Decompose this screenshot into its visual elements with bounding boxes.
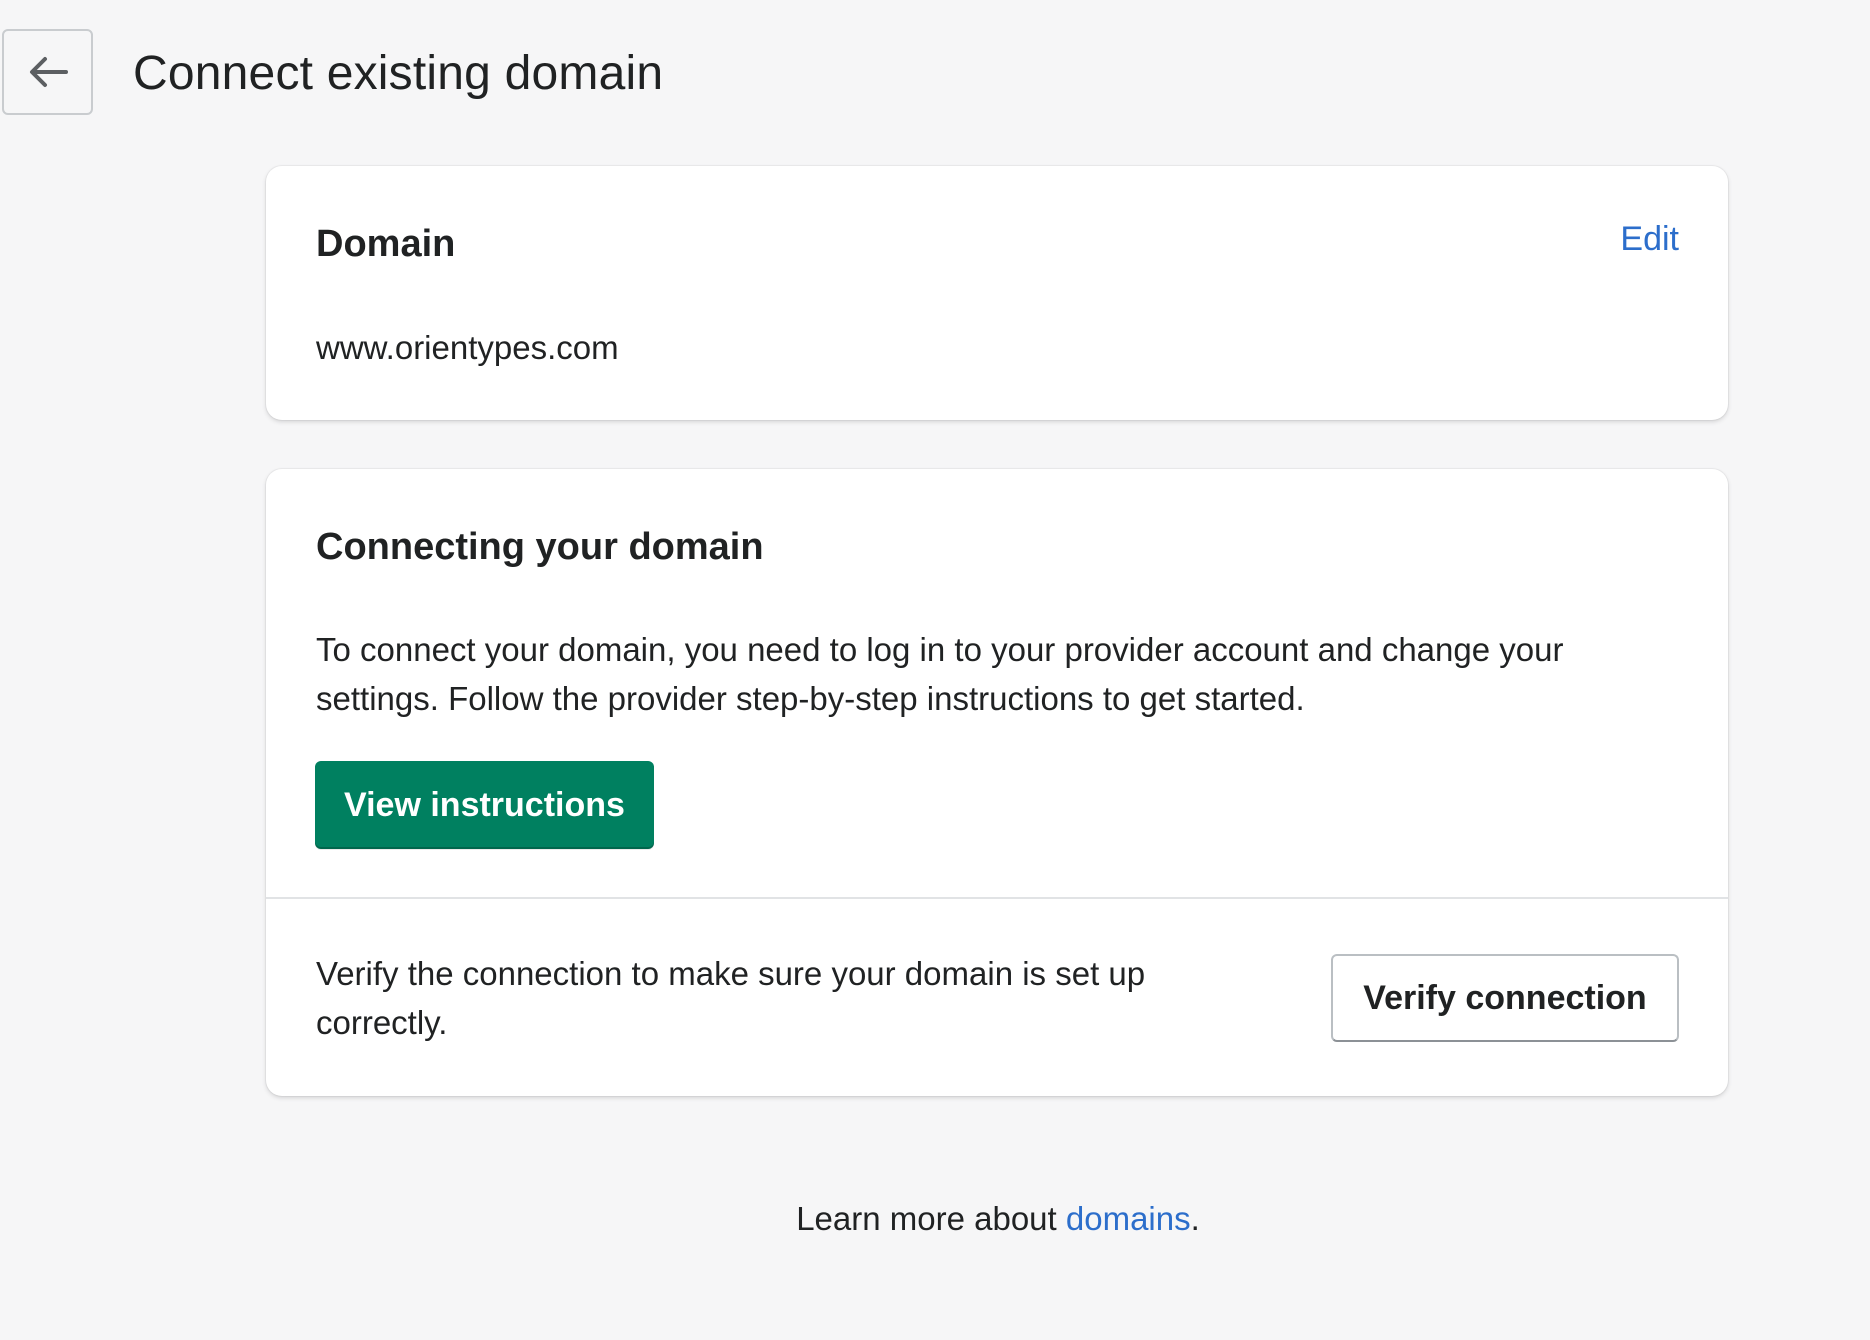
connect-card-heading: Connecting your domain (316, 526, 764, 568)
arrow-left-icon (29, 57, 68, 87)
verify-connection-button[interactable]: Verify connection (1331, 954, 1679, 1042)
back-button[interactable] (2, 29, 93, 115)
page-title: Connect existing domain (133, 47, 664, 100)
verify-description: Verify the connection to make sure your … (316, 955, 1146, 1041)
domain-card-heading: Domain (316, 223, 456, 265)
section-divider (266, 897, 1728, 899)
footer-prefix: Learn more about (796, 1200, 1066, 1237)
connect-description: To connect your domain, you need to log … (316, 631, 1564, 717)
connect-domain-card: Connecting your domain To connect your d… (266, 469, 1728, 1096)
domains-link[interactable]: domains (1066, 1200, 1191, 1237)
view-instructions-button[interactable]: View instructions (315, 761, 654, 849)
footer-suffix: . (1190, 1200, 1200, 1237)
footer-learn-more: Learn more about domains. (0, 1195, 1870, 1243)
edit-domain-link[interactable]: Edit (1620, 215, 1679, 263)
domain-value: www.orientypes.com (316, 329, 619, 366)
domain-card: Domain Edit www.orientypes.com (266, 166, 1728, 420)
